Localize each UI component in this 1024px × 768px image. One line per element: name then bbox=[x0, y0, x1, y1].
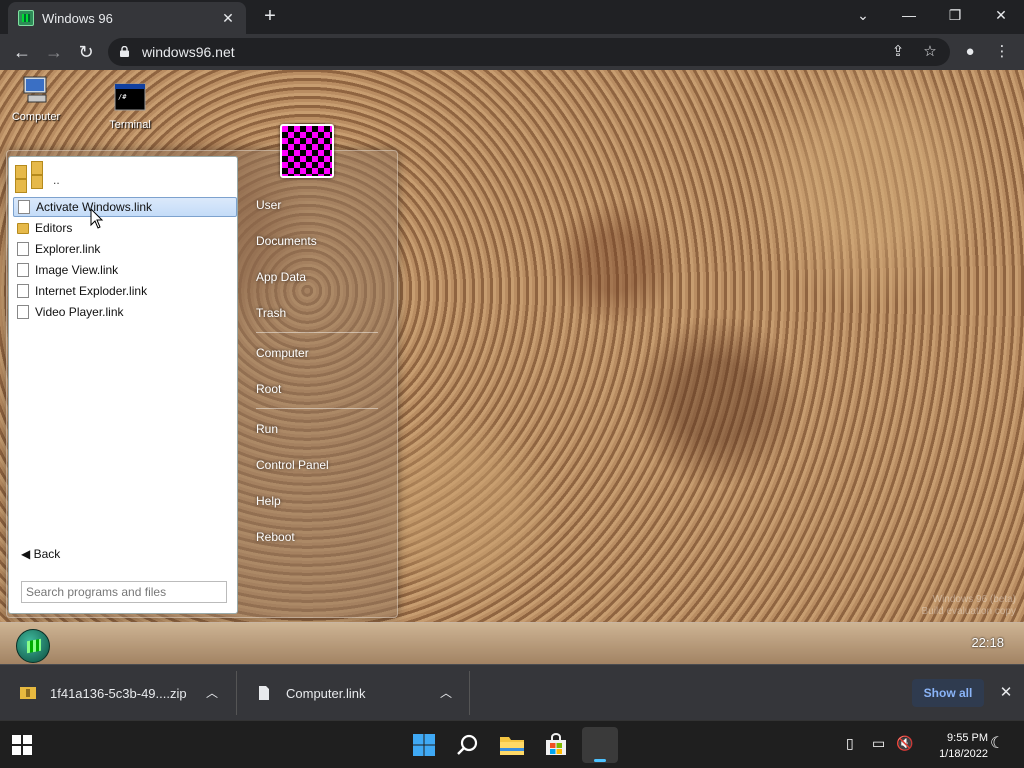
start-menu-divider bbox=[256, 408, 378, 409]
start-link-documents[interactable]: Documents bbox=[256, 234, 317, 248]
desktop-icon-label: Terminal bbox=[109, 119, 151, 131]
win96-clock: 22:18 bbox=[971, 635, 1004, 650]
close-download-bar-icon[interactable]: ✕ bbox=[996, 683, 1016, 703]
list-item-editors[interactable]: Editors bbox=[13, 218, 237, 238]
file-icon bbox=[17, 242, 29, 256]
address-bar[interactable]: windows96.net bbox=[108, 38, 950, 66]
start-menu-divider bbox=[256, 332, 378, 333]
download-divider bbox=[469, 671, 470, 715]
browser-tab-bar: Windows 96 ✕ + ⌄ — ❐ ✕ bbox=[0, 0, 1024, 34]
user-avatar[interactable] bbox=[280, 124, 334, 178]
list-item-image-view[interactable]: Image View.link bbox=[13, 260, 237, 280]
folder-icon bbox=[500, 737, 524, 755]
mouse-cursor-icon bbox=[90, 208, 104, 229]
up-folder-label[interactable]: .. bbox=[53, 173, 60, 187]
win96-start-button[interactable] bbox=[16, 629, 50, 663]
menu-kebab-icon[interactable]: ⋮ bbox=[988, 38, 1016, 66]
browser-tab[interactable]: Windows 96 ✕ bbox=[8, 2, 246, 34]
back-arrow-icon[interactable]: ← bbox=[8, 38, 36, 66]
windows-11-start-button[interactable] bbox=[406, 727, 442, 763]
new-tab-button[interactable]: + bbox=[258, 5, 282, 29]
bookmark-star-icon[interactable]: ☆ bbox=[916, 38, 944, 66]
win96-taskbar: 22:18 bbox=[0, 622, 1024, 664]
desktop-icon-terminal[interactable]: /# Terminal bbox=[100, 82, 160, 131]
file-icon bbox=[17, 284, 29, 298]
file-explorer-button[interactable] bbox=[494, 727, 530, 763]
windows96-favicon-icon bbox=[18, 10, 34, 26]
reload-icon[interactable]: ↻ bbox=[72, 38, 100, 66]
tab-close-icon[interactable]: ✕ bbox=[220, 10, 236, 26]
volume-muted-icon[interactable]: 🔇 bbox=[896, 735, 913, 752]
desktop-icon-label: Computer bbox=[11, 111, 61, 123]
start-link-run[interactable]: Run bbox=[256, 422, 278, 436]
start-menu-program-list: .. Activate Windows.link Editors Explore… bbox=[8, 156, 238, 614]
close-window-button[interactable]: ✕ bbox=[978, 0, 1024, 32]
profile-icon[interactable]: ● bbox=[956, 38, 984, 66]
start-link-trash[interactable]: Trash bbox=[256, 306, 286, 320]
file-icon bbox=[17, 305, 29, 319]
start-menu: .. Activate Windows.link Editors Explore… bbox=[6, 124, 398, 618]
file-icon bbox=[17, 263, 29, 277]
chrome-taskbar-button[interactable] bbox=[582, 727, 618, 763]
download-bar: 1f41a136-5c3b-49....zip ︿ Computer.link … bbox=[0, 664, 1024, 720]
microsoft-store-button[interactable] bbox=[538, 727, 574, 763]
minimize-button[interactable]: — bbox=[886, 0, 932, 32]
restore-button[interactable]: ❐ bbox=[932, 0, 978, 32]
os-taskbar: ▯ ▭ 🔇 9:55 PM 1/18/2022 ☾ bbox=[0, 720, 1024, 768]
tab-search-chevron-down-icon[interactable]: ⌄ bbox=[840, 0, 886, 32]
desktop-watermark: Windows 96 (beta) Build evaluation copy bbox=[921, 594, 1016, 617]
desktop-icon-computer[interactable]: Computer bbox=[6, 74, 66, 123]
svg-text:/#: /# bbox=[118, 93, 127, 101]
start-link-root[interactable]: Root bbox=[256, 382, 281, 396]
share-icon[interactable]: ⇪ bbox=[884, 38, 912, 66]
windows-logo-icon bbox=[12, 735, 32, 755]
download-options-chevron-up-icon[interactable]: ︿ bbox=[204, 685, 220, 701]
windows-start-button[interactable] bbox=[4, 727, 40, 763]
terminal-icon: /# bbox=[114, 83, 146, 111]
list-item-activate-windows[interactable]: Activate Windows.link bbox=[13, 197, 237, 217]
tab-title: Windows 96 bbox=[42, 10, 113, 26]
store-bag-icon bbox=[546, 733, 566, 755]
search-input[interactable] bbox=[21, 581, 227, 603]
show-all-downloads-button[interactable]: Show all bbox=[912, 679, 984, 707]
windows-11-logo-icon bbox=[413, 734, 435, 756]
back-button[interactable]: ◀ Back bbox=[21, 547, 60, 561]
taskbar-search-button[interactable] bbox=[450, 727, 486, 763]
file-icon bbox=[18, 200, 30, 214]
download-options-chevron-up-icon[interactable]: ︿ bbox=[438, 685, 454, 701]
focus-assist-moon-icon[interactable]: ☾ bbox=[990, 733, 1004, 753]
start-link-computer[interactable]: Computer bbox=[256, 346, 309, 360]
download-divider bbox=[236, 671, 237, 715]
folder-icon bbox=[17, 222, 29, 234]
start-link-user[interactable]: User bbox=[256, 198, 281, 212]
computer-icon bbox=[23, 76, 47, 103]
file-icon bbox=[259, 686, 269, 700]
search-icon bbox=[457, 734, 478, 755]
network-icon[interactable]: ▭ bbox=[872, 735, 885, 752]
download-item-computer-link[interactable]: Computer.link bbox=[256, 665, 365, 721]
url-text: windows96.net bbox=[142, 44, 235, 60]
start-link-control-panel[interactable]: Control Panel bbox=[256, 458, 329, 472]
list-item-internet-exploder[interactable]: Internet Exploder.link bbox=[13, 281, 237, 301]
list-item-explorer[interactable]: Explorer.link bbox=[13, 239, 237, 259]
list-item-video-player[interactable]: Video Player.link bbox=[13, 302, 237, 322]
browser-toolbar: ← → ↻ windows96.net ⇪ ☆ ● ⋮ bbox=[0, 34, 1024, 70]
win96-desktop: Computer /# Terminal Windows 96 (beta) B… bbox=[0, 70, 1024, 622]
system-clock[interactable]: 9:55 PM 1/18/2022 bbox=[926, 730, 988, 762]
download-item-zip[interactable]: 1f41a136-5c3b-49....zip bbox=[20, 665, 187, 721]
start-link-help[interactable]: Help bbox=[256, 494, 281, 508]
tablet-mode-icon[interactable]: ▯ bbox=[846, 735, 854, 752]
zip-file-icon bbox=[20, 687, 36, 699]
forward-arrow-icon[interactable]: → bbox=[40, 38, 68, 66]
lock-icon bbox=[120, 46, 129, 57]
up-folder-icon[interactable] bbox=[15, 161, 45, 193]
start-link-app-data[interactable]: App Data bbox=[256, 270, 306, 284]
start-link-reboot[interactable]: Reboot bbox=[256, 530, 295, 544]
